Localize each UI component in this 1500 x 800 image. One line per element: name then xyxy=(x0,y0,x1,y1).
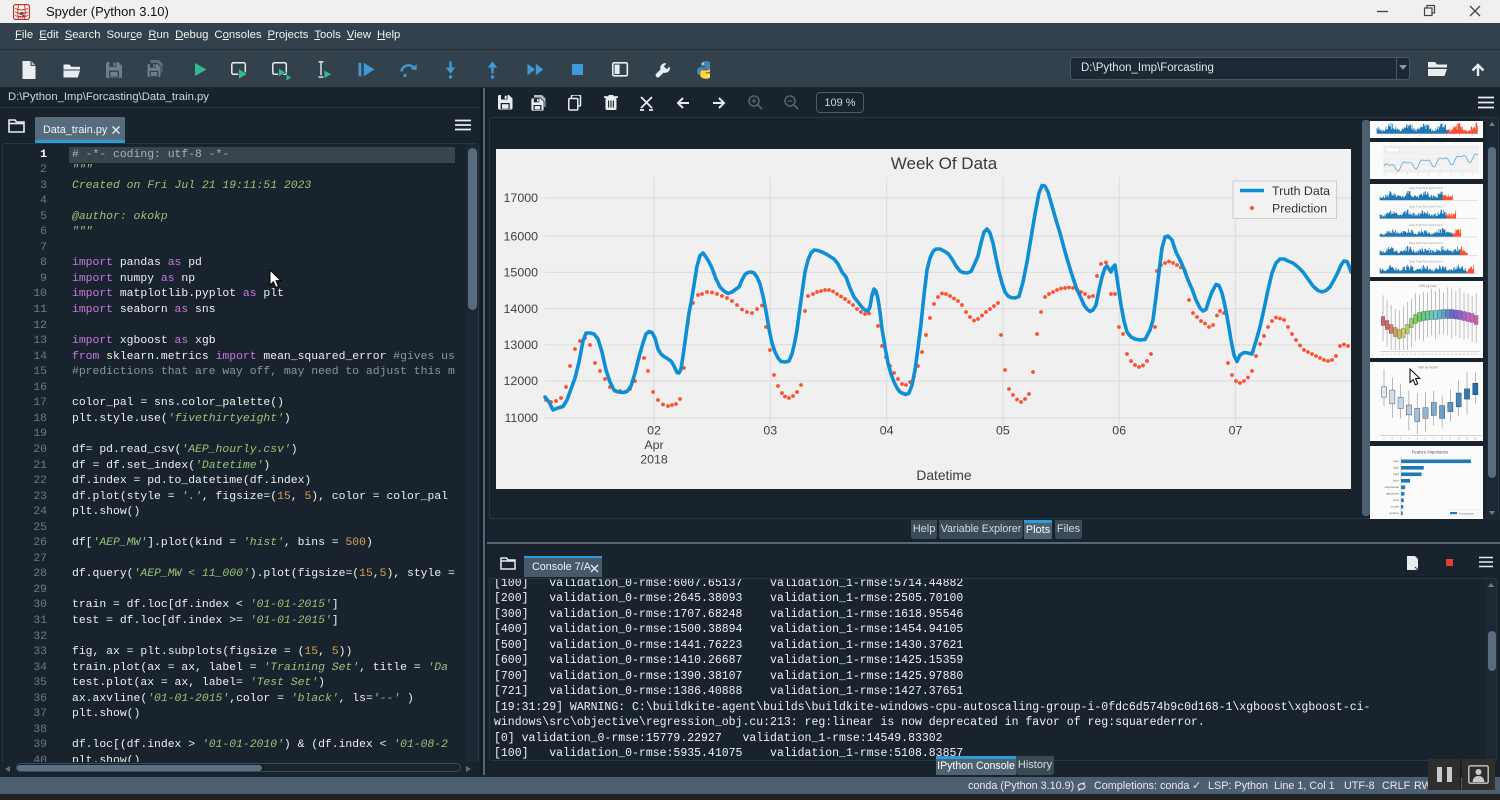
svg-text:12000: 12000 xyxy=(504,374,539,388)
svg-text:s: s xyxy=(19,9,25,20)
svg-text:Data Train/Test Split Fold 1: Data Train/Test Split Fold 1 xyxy=(1409,204,1443,208)
svg-text:Datetime: Datetime xyxy=(916,468,972,483)
svg-text:dayofweek: dayofweek xyxy=(1385,485,1400,489)
svg-text:Truth Data: Truth Data xyxy=(1272,184,1330,198)
svg-text:lag1: lag1 xyxy=(1393,459,1399,463)
svg-text:17000: 17000 xyxy=(504,191,539,205)
svg-text:Data Train/Test Split Fold 0: Data Train/Test Split Fold 0 xyxy=(1409,186,1443,190)
svg-text:06: 06 xyxy=(1112,424,1126,438)
svg-text:Prediction: Prediction xyxy=(1272,202,1327,216)
svg-text:dayofyear: dayofyear xyxy=(1386,492,1399,496)
svg-text:02: 02 xyxy=(647,424,661,438)
svg-text:hour: hour xyxy=(1393,479,1399,483)
svg-text:month: month xyxy=(1391,505,1400,509)
svg-text:2018: 2018 xyxy=(640,453,668,467)
svg-text:MW by month: MW by month xyxy=(1418,366,1438,370)
svg-text:Data Train/Test Split Fold 2: Data Train/Test Split Fold 2 xyxy=(1409,222,1443,226)
svg-text:importance: importance xyxy=(1459,512,1474,516)
svg-text:Week Of Data: Week Of Data xyxy=(891,154,998,173)
svg-text:07: 07 xyxy=(1229,424,1243,438)
svg-text:04: 04 xyxy=(880,424,894,438)
svg-text:13000: 13000 xyxy=(504,338,539,352)
svg-text:Data Train/Test Split Fold 4: Data Train/Test Split Fold 4 xyxy=(1409,259,1443,263)
svg-text:05: 05 xyxy=(996,424,1010,438)
svg-text:lag2: lag2 xyxy=(1393,466,1399,470)
svg-text:14000: 14000 xyxy=(504,302,539,316)
svg-text:15000: 15000 xyxy=(504,266,539,280)
svg-text:Feature Importance: Feature Importance xyxy=(1412,450,1449,455)
svg-text:MW by hour: MW by hour xyxy=(1419,284,1437,288)
svg-text:16000: 16000 xyxy=(504,229,539,243)
svg-text:year: year xyxy=(1393,498,1399,502)
svg-text:lag3: lag3 xyxy=(1393,472,1399,476)
svg-text:quarter: quarter xyxy=(1389,511,1399,515)
svg-text:Apr: Apr xyxy=(644,438,663,452)
svg-text:Data Train/Test Split Fold 3: Data Train/Test Split Fold 3 xyxy=(1409,241,1443,245)
svg-text:03: 03 xyxy=(763,424,777,438)
svg-text:11000: 11000 xyxy=(504,411,538,425)
